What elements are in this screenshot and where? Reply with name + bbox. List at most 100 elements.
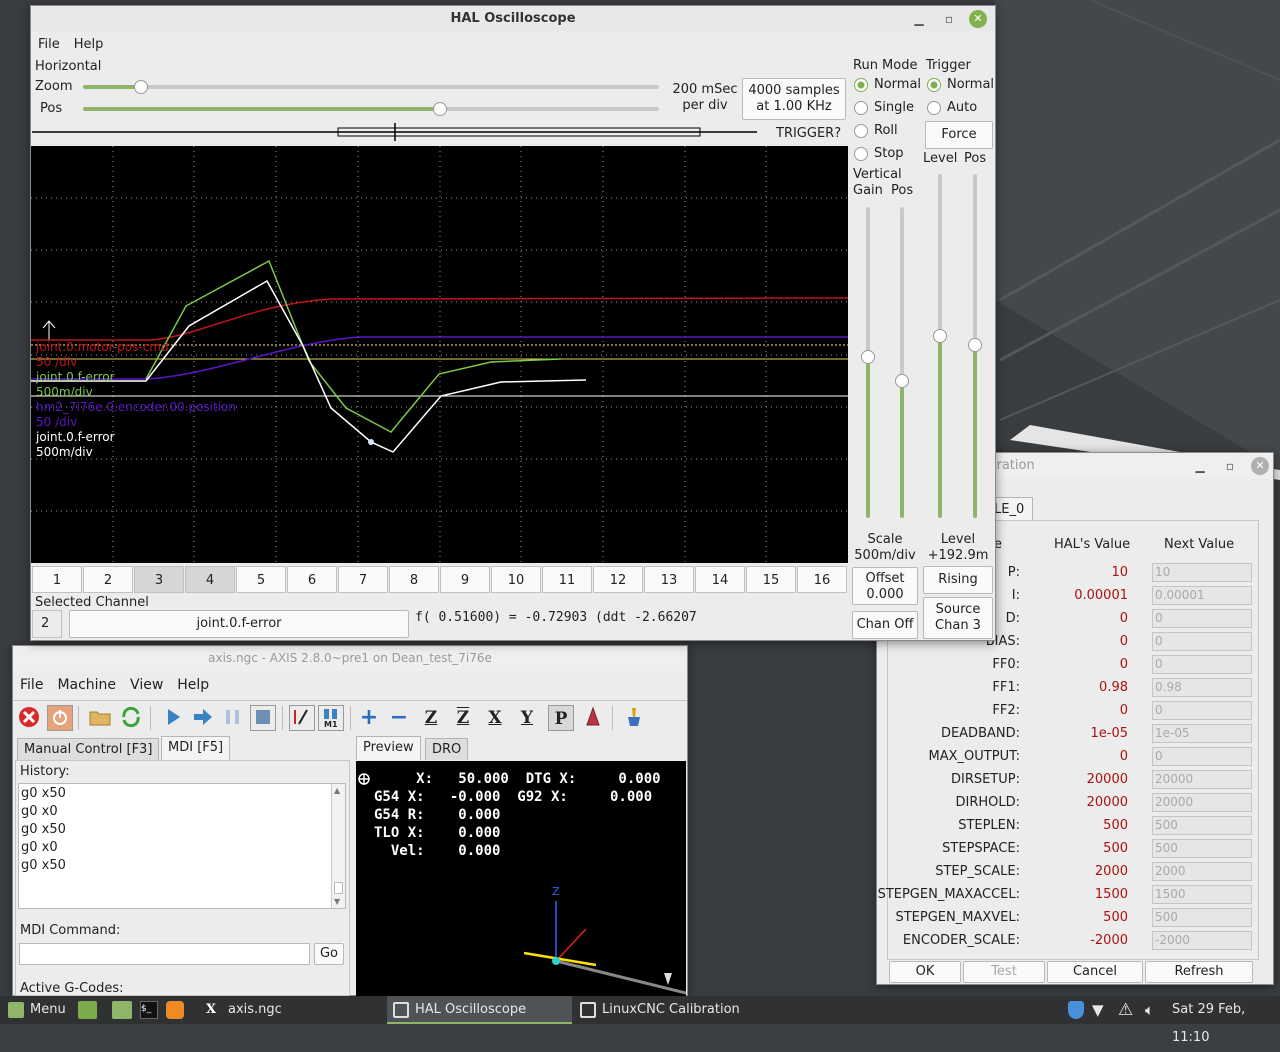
next-value-field[interactable]: 20000 bbox=[1152, 793, 1252, 812]
rising-button[interactable]: Rising bbox=[923, 566, 993, 594]
next-value-field[interactable]: 500 bbox=[1152, 816, 1252, 835]
open-file-icon[interactable] bbox=[87, 705, 113, 731]
preview-canvas[interactable]: X: 50.000 DTG X: 0.000 G54 X: -0.000 G92 … bbox=[356, 761, 686, 996]
history-item[interactable]: g0 x50 bbox=[21, 857, 343, 875]
zoom-in-icon[interactable]: + bbox=[356, 705, 382, 731]
clock[interactable]: Sat 29 Feb, 11:10 bbox=[1172, 996, 1280, 1052]
history-list[interactable]: g0 x50 g0 x0 g0 x50 g0 x0 g0 x50 ▲ ▼ bbox=[18, 783, 346, 909]
next-value-field[interactable]: 1500 bbox=[1152, 885, 1252, 904]
trigger-mode-auto[interactable]: Auto bbox=[925, 98, 977, 118]
channel-button-11[interactable]: 11 bbox=[542, 566, 592, 593]
wifi-icon[interactable]: ▼ bbox=[1092, 996, 1104, 1024]
reload-icon[interactable] bbox=[118, 705, 144, 731]
next-value-field[interactable]: 0.98 bbox=[1152, 678, 1252, 697]
ok-button[interactable]: OK bbox=[889, 961, 961, 983]
refresh-button[interactable]: Refresh bbox=[1145, 961, 1253, 983]
view-z-icon[interactable]: Z bbox=[418, 705, 444, 731]
optional-stop-icon[interactable]: M1 bbox=[318, 705, 344, 731]
next-value-field[interactable]: 500 bbox=[1152, 908, 1252, 927]
axis-menu-machine[interactable]: Machine bbox=[50, 673, 123, 697]
source-channel-button[interactable]: Source Chan 3 bbox=[923, 597, 993, 639]
next-value-field[interactable]: 0.00001 bbox=[1152, 586, 1252, 605]
run-mode-roll[interactable]: Roll bbox=[852, 121, 898, 141]
menu-button[interactable]: Menu bbox=[2, 996, 72, 1024]
next-value-field[interactable]: -2000 bbox=[1152, 931, 1252, 950]
channel-button-10[interactable]: 10 bbox=[491, 566, 541, 593]
record-position-bar[interactable] bbox=[32, 122, 762, 142]
axis-menu-file[interactable]: File bbox=[13, 673, 50, 697]
next-value-field[interactable]: 0 bbox=[1152, 655, 1252, 674]
volume-icon[interactable]: 🔈︎ bbox=[1145, 996, 1154, 1024]
history-item[interactable]: g0 x50 bbox=[21, 785, 343, 803]
channel-button-9[interactable]: 9 bbox=[440, 566, 490, 593]
restore-icon[interactable]: ▫ bbox=[1221, 457, 1239, 475]
restore-icon[interactable]: ▫ bbox=[940, 10, 958, 28]
rotate-view-icon[interactable] bbox=[580, 705, 606, 731]
channel-button-6[interactable]: 6 bbox=[287, 566, 337, 593]
next-value-field[interactable]: 0 bbox=[1152, 609, 1252, 628]
pause-icon[interactable] bbox=[220, 705, 246, 731]
warning-icon[interactable]: ⚠ bbox=[1118, 996, 1133, 1024]
history-item[interactable]: g0 x0 bbox=[21, 803, 343, 821]
channel-button-5[interactable]: 5 bbox=[236, 566, 286, 593]
tab-preview[interactable]: Preview bbox=[356, 736, 421, 760]
channel-button-14[interactable]: 14 bbox=[695, 566, 745, 593]
zoom-out-icon[interactable]: − bbox=[386, 705, 412, 731]
chan-off-button[interactable]: Chan Off bbox=[852, 611, 918, 639]
view-x-icon[interactable]: X bbox=[482, 705, 508, 731]
mdi-command-input[interactable] bbox=[19, 943, 310, 965]
gain-slider[interactable] bbox=[861, 207, 875, 518]
stop-icon[interactable] bbox=[250, 705, 276, 731]
shield-icon[interactable] bbox=[1068, 1001, 1084, 1019]
next-value-field[interactable]: 0 bbox=[1152, 632, 1252, 651]
channel-button-13[interactable]: 13 bbox=[644, 566, 694, 593]
view-y-icon[interactable]: Y bbox=[514, 705, 540, 731]
files-icon[interactable] bbox=[112, 1001, 132, 1019]
scope-menu-file[interactable]: File bbox=[31, 33, 67, 57]
channel-button-3[interactable]: 3 bbox=[134, 566, 184, 593]
scope-menu-help[interactable]: Help bbox=[67, 33, 111, 57]
next-value-field[interactable]: 2000 bbox=[1152, 862, 1252, 881]
zoom-slider[interactable] bbox=[83, 80, 659, 94]
clear-plot-icon[interactable] bbox=[621, 705, 647, 731]
block-delete-icon[interactable] bbox=[289, 705, 315, 731]
channel-button-7[interactable]: 7 bbox=[338, 566, 388, 593]
channel-button-4[interactable]: 4 bbox=[185, 566, 235, 593]
taskbar-item-scope[interactable]: HAL Oscilloscope bbox=[387, 996, 572, 1024]
samples-button[interactable]: 4000 samples at 1.00 KHz bbox=[742, 78, 846, 120]
channel-button-15[interactable]: 15 bbox=[746, 566, 796, 593]
axis-menu-view[interactable]: View bbox=[123, 673, 170, 697]
view-p-icon[interactable]: P bbox=[548, 705, 574, 731]
minimize-icon[interactable]: ▁ bbox=[1191, 457, 1209, 475]
power-icon[interactable] bbox=[47, 705, 73, 731]
tab-dro[interactable]: DRO bbox=[425, 738, 469, 760]
channel-button-8[interactable]: 8 bbox=[389, 566, 439, 593]
scope-display[interactable]: joint.0.motor-pos-cmd 50 /div joint.0.f-er… bbox=[31, 146, 848, 563]
pos-slider[interactable] bbox=[83, 102, 659, 116]
show-desktop-icon[interactable] bbox=[78, 1001, 97, 1019]
channel-button-12[interactable]: 12 bbox=[593, 566, 643, 593]
run-mode-normal[interactable]: Normal bbox=[852, 75, 921, 95]
estop-icon[interactable] bbox=[16, 705, 42, 731]
next-value-field[interactable]: 10 bbox=[1152, 563, 1252, 582]
next-value-field[interactable]: 500 bbox=[1152, 839, 1252, 858]
selected-channel-name-button[interactable]: joint.0.f-error bbox=[69, 610, 409, 638]
close-icon[interactable]: ✕ bbox=[1251, 457, 1269, 475]
history-item[interactable]: g0 x0 bbox=[21, 839, 343, 857]
axis-menu-help[interactable]: Help bbox=[170, 673, 216, 697]
step-icon[interactable] bbox=[190, 705, 216, 731]
history-scrollbar[interactable]: ▲ ▼ bbox=[331, 784, 345, 908]
next-value-field[interactable]: 1e-05 bbox=[1152, 724, 1252, 743]
next-value-field[interactable]: 0 bbox=[1152, 747, 1252, 766]
vertical-pos-slider[interactable] bbox=[895, 207, 909, 518]
trigger-level-slider[interactable] bbox=[933, 174, 947, 518]
test-button[interactable]: Test bbox=[963, 961, 1045, 983]
next-value-field[interactable]: 0 bbox=[1152, 701, 1252, 720]
taskbar-item-calibration[interactable]: LinuxCNC Calibration bbox=[574, 996, 759, 1024]
channel-button-1[interactable]: 1 bbox=[32, 566, 82, 593]
close-icon[interactable]: ✕ bbox=[969, 10, 987, 28]
firefox-icon[interactable] bbox=[166, 1001, 184, 1019]
run-mode-stop[interactable]: Stop bbox=[852, 144, 904, 164]
cancel-button[interactable]: Cancel bbox=[1047, 961, 1143, 983]
force-button[interactable]: Force bbox=[925, 121, 993, 149]
